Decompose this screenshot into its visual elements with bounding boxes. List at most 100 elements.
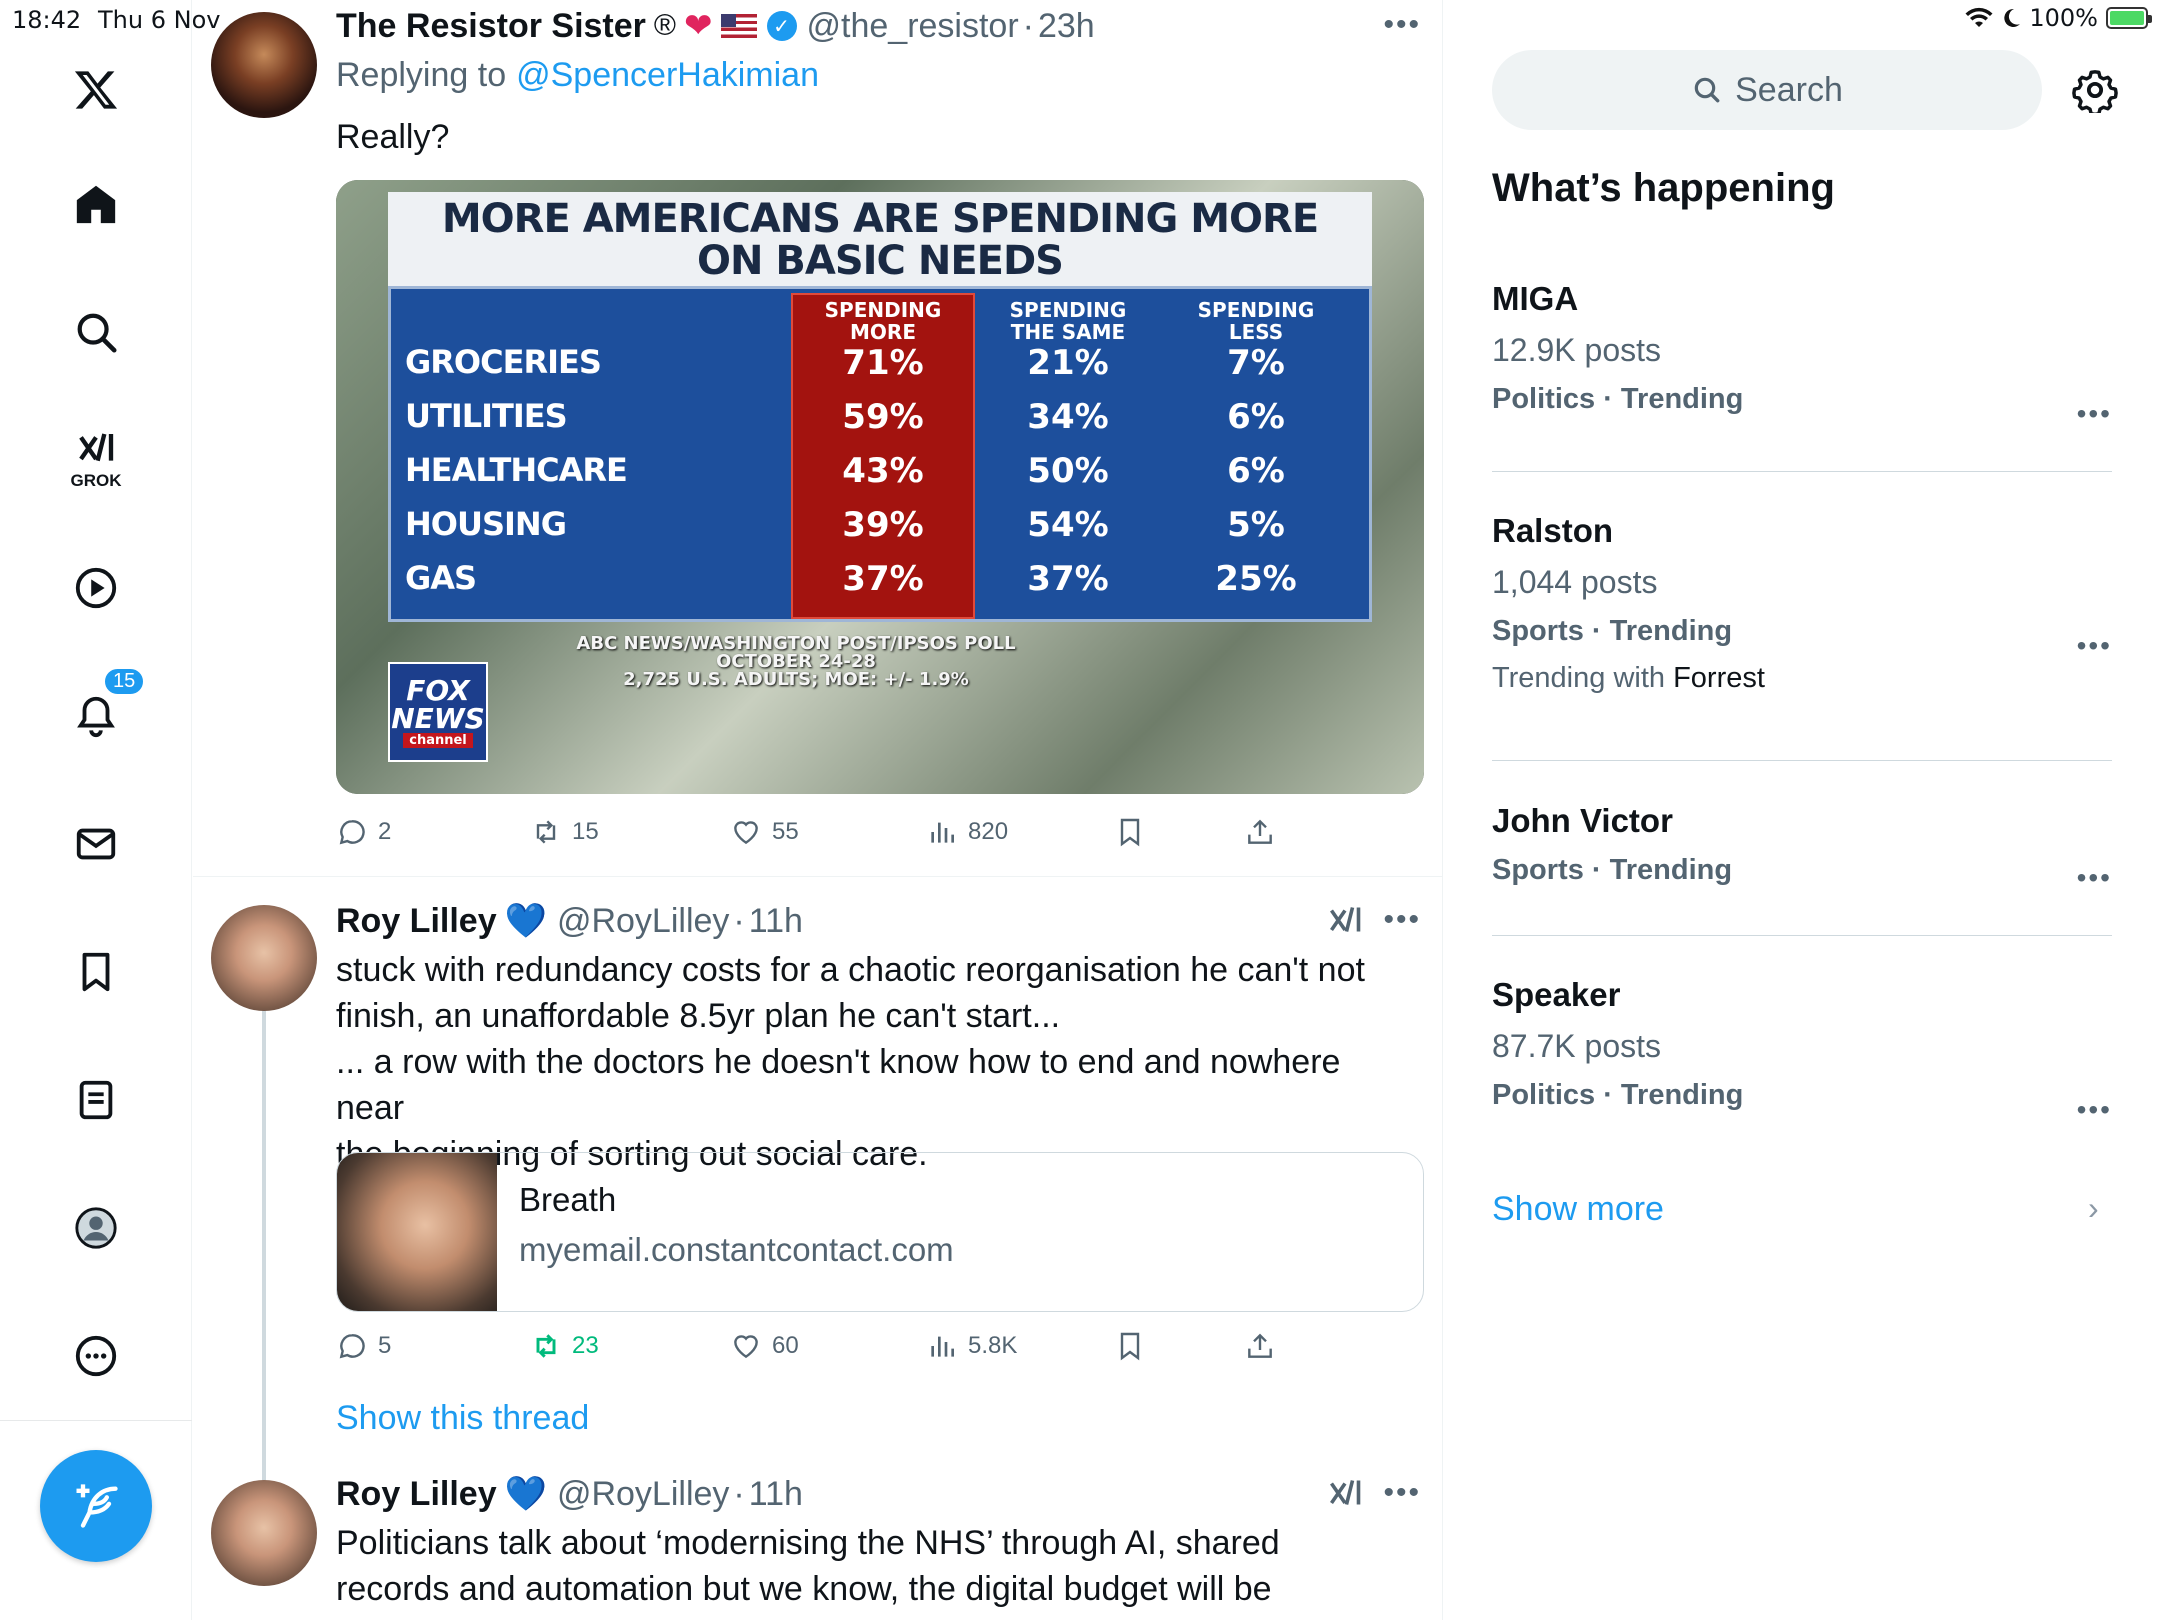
- show-more-link[interactable]: Show more: [1492, 1190, 1664, 1229]
- like-button[interactable]: 60: [730, 1330, 799, 1362]
- grok-icon[interactable]: [1327, 1476, 1363, 1512]
- separator-dot: ·: [733, 901, 745, 940]
- trend-posts: 1,044 posts: [1492, 564, 1658, 600]
- right-sidebar: Search What’s happening MIGA 12.9K posts…: [1444, 0, 2160, 1620]
- grok-icon[interactable]: [1327, 903, 1363, 939]
- poll-row-label: UTILITIES: [405, 397, 568, 435]
- separator-dot: ·: [733, 1474, 745, 1513]
- display-name[interactable]: Roy Lilley: [336, 1475, 497, 1514]
- reply-to-link[interactable]: @SpencerHakimian: [516, 56, 819, 95]
- tweet-text: Really?: [336, 118, 450, 156]
- notifications-badge: 15: [102, 666, 147, 697]
- like-count: 60: [772, 1332, 799, 1359]
- trend-posts: 87.7K posts: [1492, 1028, 1661, 1064]
- trend-more-icon[interactable]: •••: [2077, 862, 2112, 894]
- handle[interactable]: @the_resistor: [807, 7, 1019, 46]
- poll-row-label: GAS: [405, 559, 477, 597]
- tweet-resistor-sister[interactable]: The Resistor Sister ® ❤ ✓ @the_resistor …: [193, 0, 1442, 876]
- share-button[interactable]: [1244, 816, 1276, 848]
- trend-item[interactable]: Ralston 1,044 posts Sports · Trending Tr…: [1492, 512, 2112, 695]
- tweet-actions: 2 15 55 820: [336, 816, 1336, 860]
- display-name[interactable]: The Resistor Sister: [336, 7, 646, 46]
- tweet-roy-lilley-1[interactable]: Roy Lilley 💙 @RoyLilley · 11h ••• stuck …: [193, 877, 1442, 1499]
- avatar[interactable]: [211, 1480, 317, 1586]
- bookmark-button[interactable]: [1114, 816, 1146, 848]
- show-thread-link[interactable]: Show this thread: [336, 1399, 589, 1438]
- poll-source: ABC NEWS/WASHINGTON POST/IPSOS POLL OCTO…: [546, 635, 1046, 689]
- repost-count: 15: [572, 818, 599, 845]
- home-icon[interactable]: [56, 164, 136, 244]
- messages-envelope-icon[interactable]: [56, 804, 136, 884]
- avatar[interactable]: [211, 12, 317, 118]
- x-logo-icon[interactable]: [56, 50, 136, 130]
- poll-source-line3: 2,725 U.S. ADULTS; MOE: +/- 1.9%: [623, 669, 969, 690]
- tweet-actions: 5 23 60 5.8K: [336, 1330, 1336, 1374]
- heart-icon: [734, 821, 758, 845]
- handle[interactable]: @RoyLilley: [557, 902, 729, 941]
- grok-nav-item[interactable]: GROK: [56, 420, 136, 500]
- trending-with-prefix: Trending with: [1492, 662, 1666, 694]
- settings-gear-icon[interactable]: [2072, 67, 2118, 113]
- poll-row-label: HOUSING: [405, 505, 567, 543]
- profile-icon[interactable]: [56, 1188, 136, 1268]
- like-button[interactable]: 55: [730, 816, 799, 848]
- poll-row-label: GROCERIES: [405, 343, 602, 381]
- views-button[interactable]: 820: [926, 816, 1008, 848]
- trend-more-icon[interactable]: •••: [2077, 398, 2112, 430]
- tweet-roy-lilley-2[interactable]: Roy Lilley 💙 @RoyLilley · 11h ••• Politi…: [193, 1460, 1442, 1620]
- more-icon[interactable]: •••: [1383, 903, 1421, 937]
- bookmark-icon: [1120, 1332, 1140, 1361]
- more-options-icon[interactable]: [56, 1316, 136, 1396]
- timestamp[interactable]: 23h: [1038, 7, 1095, 46]
- trend-item[interactable]: Speaker 87.7K posts Politics · Trending …: [1492, 976, 2112, 1125]
- bookmark-button[interactable]: [1114, 1330, 1146, 1362]
- bookmarks-icon[interactable]: [56, 932, 136, 1012]
- logo-line2: NEWS: [391, 701, 485, 735]
- reply-count: 2: [378, 818, 392, 845]
- link-card[interactable]: Breath myemail.constantcontact.com: [336, 1152, 1424, 1312]
- tweet-text-line: stuck with redundancy costs for a chaoti…: [336, 951, 1365, 989]
- graphic-title-line2: ON BASIC NEEDS: [697, 238, 1064, 284]
- trend-more-icon[interactable]: •••: [2077, 1094, 2112, 1126]
- poll-value-more: 71%: [842, 343, 924, 383]
- poll-value-less: 25%: [1215, 559, 1297, 599]
- poll-value-less: 5%: [1227, 505, 1285, 545]
- trend-more-icon[interactable]: •••: [2077, 630, 2112, 662]
- whats-happening-heading: What’s happening: [1492, 166, 1835, 210]
- trending-with-name[interactable]: Forrest: [1673, 662, 1765, 694]
- grok-label: GROK: [70, 471, 122, 490]
- timestamp[interactable]: 11h: [749, 1475, 803, 1514]
- like-count: 55: [772, 818, 799, 845]
- reply-button[interactable]: 5: [336, 1330, 391, 1362]
- notifications-bell-icon[interactable]: 15: [56, 666, 147, 756]
- handle[interactable]: @RoyLilley: [557, 1475, 729, 1514]
- explore-search-icon[interactable]: [56, 292, 136, 372]
- thread-line: [262, 1460, 266, 1476]
- more-icon[interactable]: •••: [1383, 1476, 1421, 1510]
- logo-line1: FOX: [406, 673, 470, 707]
- chevron-right-icon[interactable]: ›: [2088, 1190, 2099, 1227]
- lists-icon[interactable]: [56, 1060, 136, 1140]
- video-play-icon[interactable]: [56, 548, 136, 628]
- trend-item[interactable]: MIGA 12.9K posts Politics · Trending •••: [1492, 280, 2112, 429]
- poll-value-less: 6%: [1227, 397, 1285, 437]
- compose-post-button[interactable]: [40, 1450, 152, 1562]
- trend-divider: [1492, 760, 2112, 761]
- tweet-header: The Resistor Sister ® ❤ ✓ @the_resistor …: [336, 6, 1095, 46]
- search-input[interactable]: Search: [1492, 50, 2042, 130]
- poll-value-less: 7%: [1227, 343, 1285, 383]
- reply-button[interactable]: 2: [336, 816, 391, 848]
- news-graphic-image[interactable]: MORE AMERICANS ARE SPENDING MORE ON BASI…: [336, 180, 1424, 794]
- trend-item[interactable]: John Victor Sports · Trending •••: [1492, 802, 2112, 893]
- avatar[interactable]: [211, 905, 317, 1011]
- display-name[interactable]: Roy Lilley: [336, 902, 497, 941]
- more-icon[interactable]: •••: [1383, 8, 1421, 42]
- repost-button[interactable]: 15: [530, 816, 599, 848]
- timestamp[interactable]: 11h: [749, 902, 803, 941]
- reply-icon: [339, 820, 365, 845]
- bookmark-icon: [1120, 818, 1140, 847]
- views-button[interactable]: 5.8K: [926, 1330, 1017, 1362]
- repost-button[interactable]: 23: [530, 1330, 599, 1362]
- link-card-title: Breath: [519, 1181, 617, 1218]
- share-button[interactable]: [1244, 1330, 1276, 1362]
